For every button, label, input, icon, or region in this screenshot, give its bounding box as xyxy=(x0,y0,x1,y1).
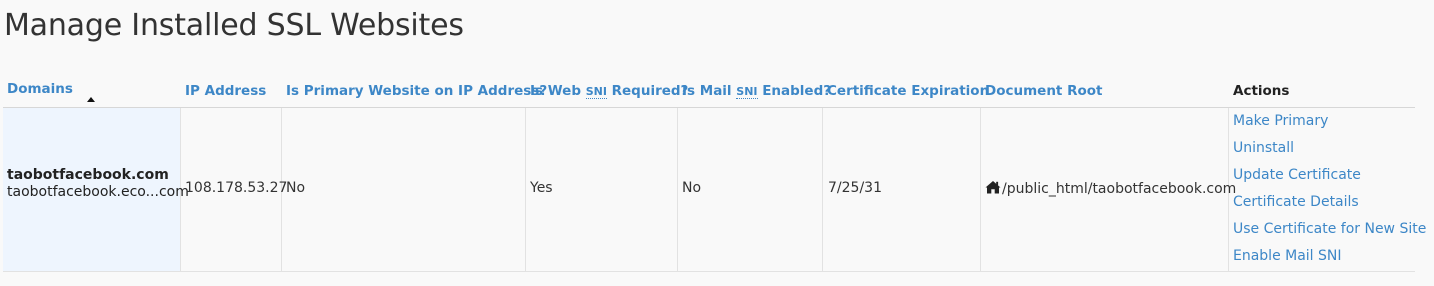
row-bottom-divider xyxy=(3,271,1415,272)
column-header-cert-expiration-link[interactable]: Certificate Expiration xyxy=(827,83,989,99)
column-divider xyxy=(980,108,981,271)
sort-up-caret-icon xyxy=(87,97,95,102)
mail-sni-enabled-value: No xyxy=(682,180,702,196)
domain-alias: taobotfacebook.eco...com xyxy=(7,184,189,200)
column-header-actions-label: Actions xyxy=(1233,83,1290,99)
web-sni-required-value: Yes xyxy=(530,180,553,196)
ip-address-value: 108.178.53.27 xyxy=(185,180,288,196)
column-divider xyxy=(822,108,823,271)
column-header-is-primary[interactable]: Is Primary Website on IP Address? xyxy=(286,83,547,117)
column-header-actions: Actions xyxy=(1233,83,1289,117)
column-header-domains-link[interactable]: Domains xyxy=(7,81,73,97)
page-title: Manage Installed SSL Websites xyxy=(4,8,464,43)
document-root: /public_html/taobotfacebook.com xyxy=(985,180,1236,197)
column-header-ip-address[interactable]: IP Address xyxy=(185,83,266,117)
column-header-cert-expiration[interactable]: Certificate Expiration xyxy=(827,83,989,117)
mail-sni-abbr: SNI xyxy=(736,85,758,99)
column-header-mail-sni-enabled[interactable]: Is Mail SNI Enabled? xyxy=(682,83,831,117)
column-header-is-primary-link[interactable]: Is Primary Website on IP Address? xyxy=(286,83,547,99)
document-root-value: /public_html/taobotfacebook.com xyxy=(1002,181,1237,197)
uninstall-link[interactable]: Uninstall xyxy=(1233,140,1294,156)
column-header-document-root[interactable]: Document Root xyxy=(985,83,1102,117)
update-certificate-link[interactable]: Update Certificate xyxy=(1233,167,1361,183)
certificate-details-link[interactable]: Certificate Details xyxy=(1233,194,1359,210)
mail-sni-prefix: Is Mail xyxy=(682,83,737,99)
home-icon xyxy=(985,181,1001,194)
mail-sni-suffix: Enabled? xyxy=(757,83,832,99)
header-divider xyxy=(3,107,1415,108)
make-primary-link[interactable]: Make Primary xyxy=(1233,113,1328,129)
column-header-mail-sni-link[interactable]: Is Mail SNI Enabled? xyxy=(682,83,831,99)
is-primary-value: No xyxy=(286,180,306,196)
column-divider xyxy=(677,108,678,271)
column-header-web-sni-link[interactable]: Is Web SNI Required? xyxy=(530,83,688,99)
enable-mail-sni-link[interactable]: Enable Mail SNI xyxy=(1233,248,1342,264)
web-sni-suffix: Required? xyxy=(606,83,689,99)
web-sni-abbr: SNI xyxy=(585,85,607,99)
web-sni-prefix: Is Web xyxy=(530,83,586,99)
column-header-ip-address-link[interactable]: IP Address xyxy=(185,83,266,99)
domain-name: taobotfacebook.com xyxy=(7,167,169,183)
column-divider xyxy=(525,108,526,271)
column-header-domains[interactable]: Domains xyxy=(7,81,73,115)
use-certificate-for-new-site-link[interactable]: Use Certificate for New Site xyxy=(1233,221,1426,237)
column-header-document-root-link[interactable]: Document Root xyxy=(985,83,1102,99)
page: Manage Installed SSL Websites Domains IP… xyxy=(0,0,1434,286)
column-header-web-sni-required[interactable]: Is Web SNI Required? xyxy=(530,83,688,117)
ssl-websites-table: Domains IP Address Is Primary Website on… xyxy=(3,73,1426,273)
cert-expiration-value: 7/25/31 xyxy=(828,180,882,196)
